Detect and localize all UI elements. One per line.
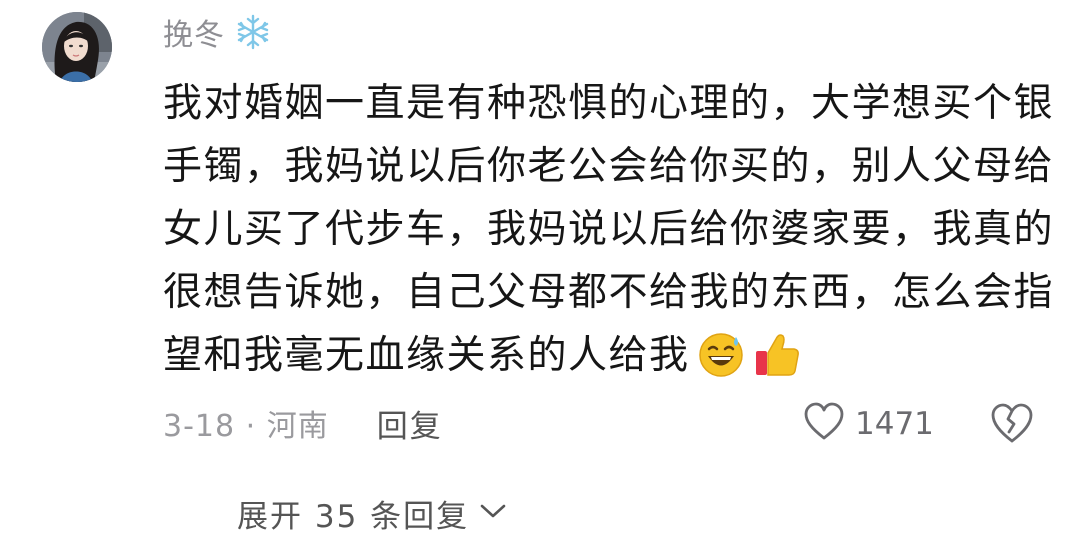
avatar-image: [42, 12, 112, 82]
username-row: 挽冬: [163, 10, 273, 54]
thumbs-up-emoji: [752, 329, 802, 379]
comment-text-line: 很想告诉她，自己父母都不给我的东西，怎么会指: [163, 270, 1055, 315]
comment-text-last-line: 望和我毫无血缘关系的人给我: [163, 324, 1043, 387]
heart-icon: [803, 402, 845, 446]
username[interactable]: 挽冬: [163, 10, 225, 54]
dislike-button[interactable]: [990, 402, 1034, 446]
comment-date-location: 3-18 · 河南: [163, 409, 329, 444]
comment-text-line: 我对婚姻一直是有种恐惧的心理的，大学想买个银: [163, 81, 1055, 126]
comment-text-line: 望和我毫无血缘关系的人给我: [163, 333, 690, 378]
expand-replies-label: 展开 35 条回复: [237, 498, 470, 535]
comment-text: 我对婚姻一直是有种恐惧的心理的，大学想买个银 手镯，我妈说以后你老公会给你买的，…: [163, 72, 1055, 387]
chevron-down-icon: [479, 501, 507, 525]
comment-meta: 3-18 · 河南 回复: [163, 398, 443, 448]
expand-replies-button[interactable]: 展开 35 条回复: [237, 490, 507, 536]
snowflake-icon: [233, 12, 273, 52]
broken-heart-icon: [991, 403, 1033, 443]
like-button[interactable]: 1471: [803, 400, 934, 448]
avatar[interactable]: [42, 12, 112, 82]
comment-item: 挽冬 我对婚姻一直是有种恐惧的心理的，大学想买个银 手镯，我妈说以后你老公会给你…: [0, 0, 1080, 535]
comment-text-line: 女儿买了代步车，我妈说以后给你婆家要，我真的: [163, 207, 1055, 252]
reply-button[interactable]: 回复: [377, 401, 443, 446]
grinning-sweat-emoji: [696, 329, 746, 379]
like-count: 1471: [855, 406, 934, 442]
comment-text-line: 手镯，我妈说以后你老公会给你买的，别人父母给: [163, 144, 1055, 189]
